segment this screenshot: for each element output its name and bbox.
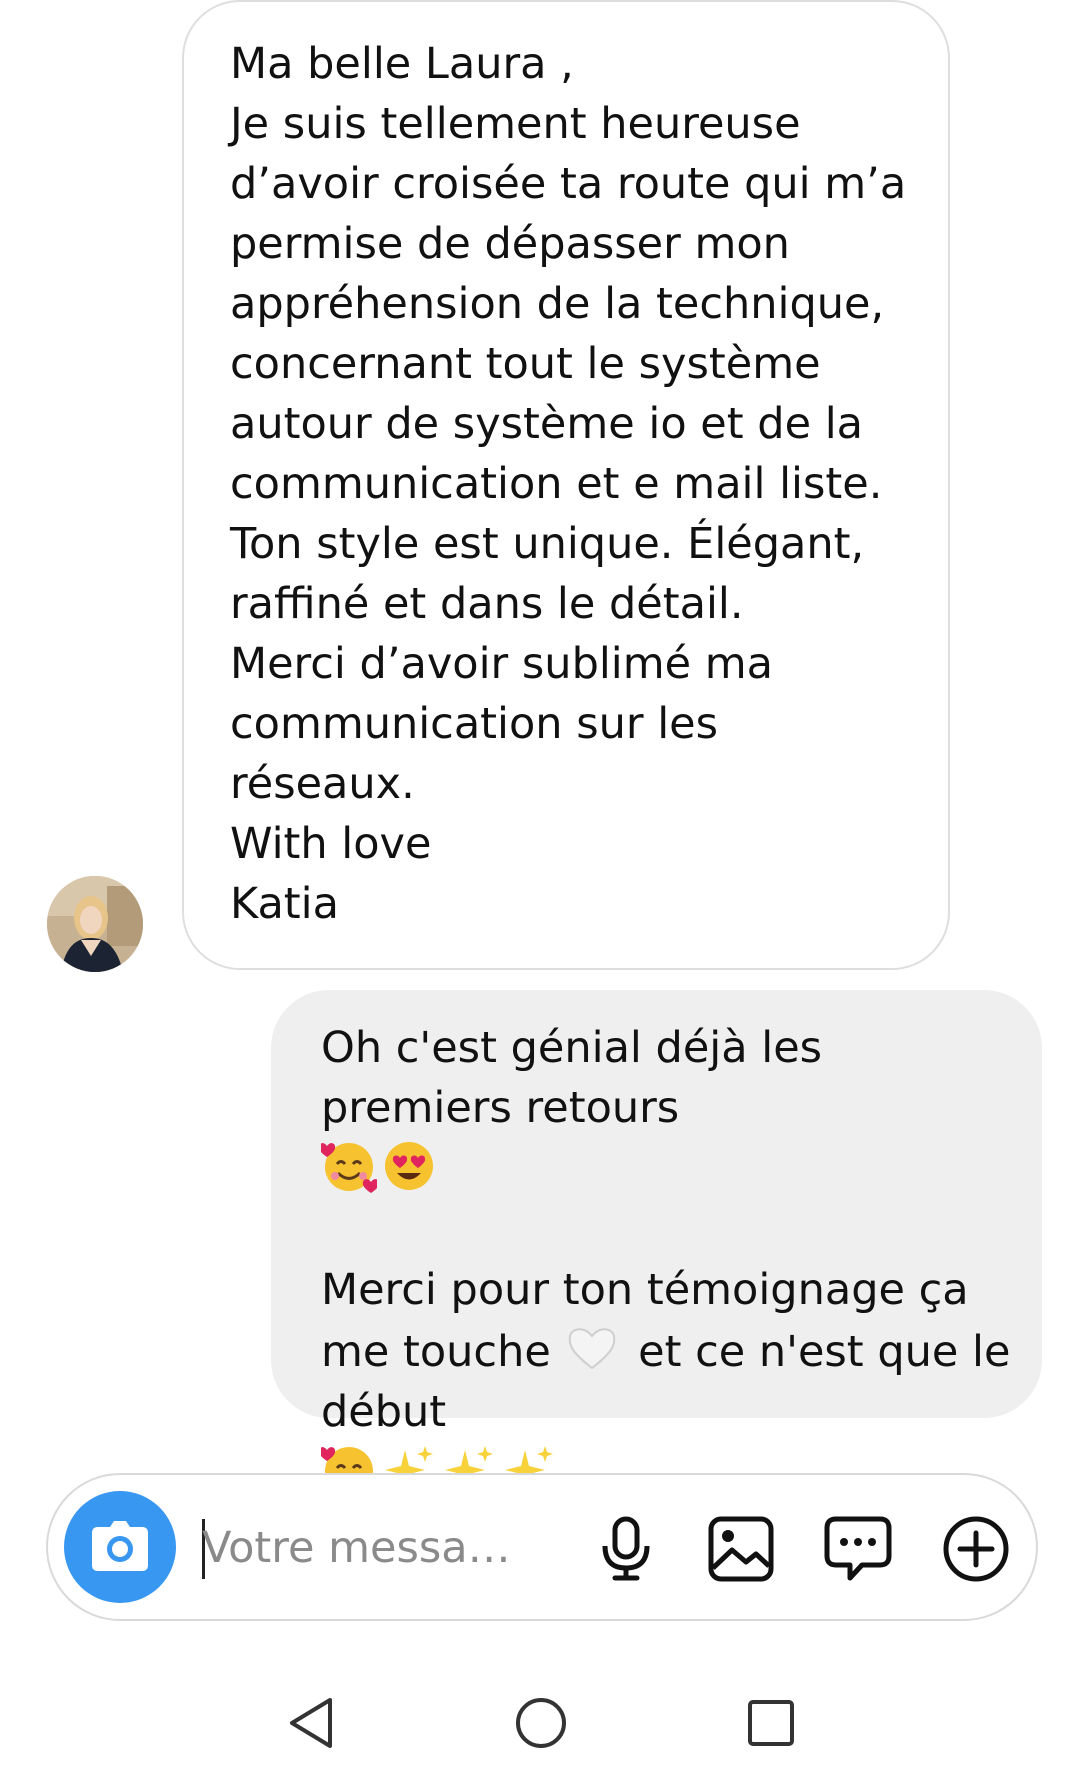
outgoing-line-1: Oh c'est génial déjà les premiers retour… xyxy=(321,1023,823,1133)
microphone-button[interactable] xyxy=(588,1511,664,1587)
chat-bubble-icon xyxy=(824,1516,892,1581)
recents-square-icon xyxy=(748,1700,794,1746)
outgoing-message-bubble[interactable]: Oh c'est génial déjà les premiers retour… xyxy=(271,990,1042,1497)
heart-eyes-icon xyxy=(385,1142,433,1190)
back-triangle-icon xyxy=(290,1698,332,1748)
avatar[interactable] xyxy=(47,876,143,972)
outgoing-message-text: Oh c'est génial déjà les premiers retour… xyxy=(321,1018,1012,1504)
microphone-icon xyxy=(602,1516,650,1581)
white-heart-icon xyxy=(569,1328,616,1370)
recents-button[interactable] xyxy=(736,1688,806,1758)
image-icon xyxy=(708,1516,774,1582)
incoming-message-bubble[interactable]: Ma belle Laura , Je suis tellement heure… xyxy=(182,0,950,970)
sticker-button[interactable] xyxy=(820,1511,896,1587)
navigation-bar xyxy=(0,1670,1080,1782)
message-input[interactable] xyxy=(202,1509,562,1587)
home-button[interactable] xyxy=(506,1688,576,1758)
camera-button[interactable] xyxy=(64,1491,176,1603)
camera-icon xyxy=(92,1521,148,1571)
incoming-message-text: Ma belle Laura , Je suis tellement heure… xyxy=(230,39,907,929)
gallery-button[interactable] xyxy=(703,1511,779,1587)
add-button[interactable] xyxy=(938,1511,1014,1587)
back-button[interactable] xyxy=(276,1688,346,1758)
message-composer xyxy=(46,1473,1038,1621)
smiling-face-with-hearts-icon xyxy=(321,1143,377,1193)
plus-circle-icon xyxy=(943,1516,1009,1582)
home-circle-icon xyxy=(516,1698,566,1748)
